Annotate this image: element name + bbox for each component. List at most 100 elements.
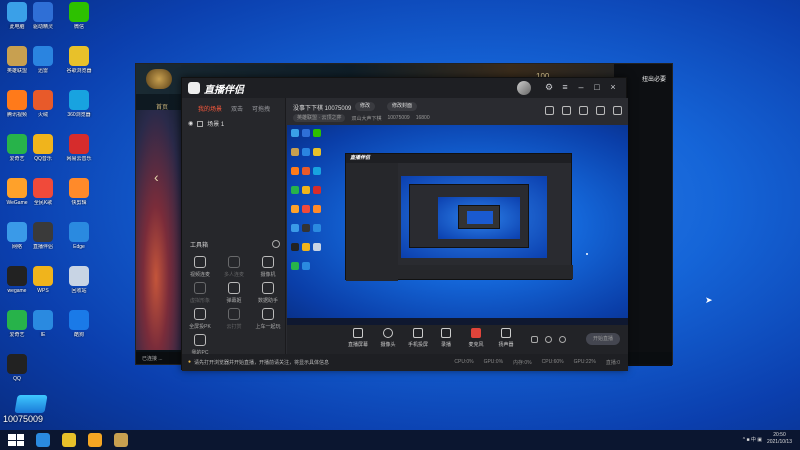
desktop-icon[interactable]: 酷狗 — [62, 310, 96, 338]
app-icon — [69, 2, 89, 22]
start-button[interactable] — [8, 434, 24, 446]
taskbar-app-live-companion[interactable] — [88, 433, 102, 447]
desktop-icon[interactable]: QQ音乐 — [26, 134, 60, 162]
tools-more-icon[interactable] — [272, 240, 280, 248]
gear-icon[interactable] — [559, 336, 566, 343]
stream-preview[interactable]: 直播伴侣 — [287, 125, 628, 325]
desktop-icon-label: 微信 — [73, 24, 84, 30]
tool-item[interactable]: 视频连麦 — [184, 256, 216, 278]
replay-label: 录播 — [440, 342, 451, 348]
tab-draggable[interactable]: 可拖拽 — [252, 104, 270, 113]
edit-title-button[interactable]: 修改 — [355, 102, 376, 111]
game-prev-arrow-icon[interactable]: ‹ — [154, 169, 159, 185]
desktop-icon[interactable]: 驱动精灵 — [26, 2, 60, 30]
app-icon — [33, 178, 53, 198]
tool-item[interactable]: 我的PC — [184, 334, 216, 356]
tab-double-click[interactable]: 双击 — [231, 104, 243, 113]
settings-icon[interactable]: ⚙ — [544, 82, 554, 92]
minimize-icon[interactable]: – — [576, 82, 586, 92]
taskbar-app-chrome[interactable] — [62, 433, 76, 447]
app-icon — [69, 266, 89, 286]
avatar[interactable] — [517, 81, 531, 95]
tool-item[interactable]: 云打赏 — [218, 308, 250, 330]
lock-icon[interactable] — [562, 106, 571, 115]
close-icon[interactable]: × — [608, 82, 618, 92]
speaker-icon — [501, 328, 511, 338]
tool-item[interactable]: 数据助手 — [252, 282, 284, 304]
desktop-icon[interactable]: 火绒 — [26, 90, 60, 118]
record-icon[interactable] — [545, 106, 554, 115]
tool-icon — [194, 282, 206, 294]
tool-icon — [194, 334, 206, 346]
desktop-icon[interactable]: 回收站 — [62, 266, 96, 294]
tool-item[interactable]: 多人连麦 — [218, 256, 250, 278]
desktop-icon[interactable]: WPS — [26, 266, 60, 294]
desktop-icon-label: 360浏览器 — [67, 112, 91, 118]
preview-icon — [291, 148, 299, 156]
desktop-icon[interactable]: QQ — [0, 354, 34, 382]
clock[interactable]: 20:50 2021/10/13 — [767, 432, 792, 446]
desktop-icon[interactable]: 快剪辑 — [62, 178, 96, 206]
bell-icon[interactable] — [596, 106, 605, 115]
desktop-icon[interactable]: 谷歌浏览器 — [62, 46, 96, 74]
preview-icon — [313, 129, 321, 137]
preview-icon — [302, 243, 310, 251]
eye-icon[interactable] — [545, 336, 552, 343]
room-header: 没事下下棋 10075009 修改 修改封面 英雄联盟 · 云顶之弈 双山大声下… — [287, 98, 628, 125]
fans-count: 16800 — [415, 115, 430, 121]
category-chip[interactable]: 英雄联盟 · 云顶之弈 — [293, 114, 346, 122]
speaker-button[interactable]: 扬声器 — [491, 328, 521, 348]
desktop-icon[interactable]: 直播伴侣 — [26, 222, 60, 250]
tool-icon — [228, 308, 240, 320]
desktop-icon[interactable]: 网易云音乐 — [62, 134, 96, 162]
microphone-button[interactable]: 麦克风 — [461, 328, 491, 348]
desktop-icon[interactable]: 微信 — [62, 2, 96, 30]
desktop-icon[interactable]: 全民K歌 — [26, 178, 60, 206]
tool-item[interactable]: 虚拟形象 — [184, 282, 216, 304]
layout-icon[interactable] — [579, 106, 588, 115]
desktop-icon[interactable]: 360浏览器 — [62, 90, 96, 118]
tool-item[interactable]: 上车一起玩 — [252, 308, 284, 330]
preview-icon — [313, 167, 321, 175]
eye-icon[interactable]: ◉ — [188, 120, 193, 127]
main-panel: 没事下下棋 10075009 修改 修改封面 英雄联盟 · 云顶之弈 双山大声下… — [182, 98, 628, 371]
preview-icon — [291, 167, 299, 175]
nested-preview-2 — [438, 197, 520, 239]
video-icon[interactable] — [531, 336, 538, 343]
live-companion-window[interactable]: 直播伴侣 ⚙ ≡ – □ × 我的场景 双击 可拖拽 ◉ 场景 1 工具箱 视频… — [181, 77, 628, 371]
desktop-icon[interactable]: Edge — [62, 222, 96, 250]
phone-cast-button[interactable]: 手机投屏 — [403, 328, 433, 348]
preview-icon — [291, 129, 299, 137]
start-live-button[interactable]: 开始直播 — [586, 333, 620, 345]
share-icon[interactable] — [613, 106, 622, 115]
app-icon — [7, 266, 27, 286]
replay-button[interactable]: 录播 — [431, 328, 461, 348]
scene-checkbox[interactable] — [197, 120, 204, 127]
edit-cover-button[interactable]: 修改封面 — [387, 102, 418, 111]
preview-icon — [313, 243, 321, 251]
preview-icon — [291, 205, 299, 213]
stat-item: 直播:0 — [605, 360, 620, 366]
taskbar-app-edge[interactable] — [36, 433, 50, 447]
scene-item[interactable]: ◉ 场景 1 — [182, 113, 285, 128]
stat-item: GPU:22% — [573, 359, 596, 365]
tool-item[interactable]: 摄像机 — [252, 256, 284, 278]
menu-icon[interactable]: ≡ — [560, 82, 570, 92]
tool-item[interactable]: 弹幕姬 — [218, 282, 250, 304]
taskbar-apps — [24, 433, 128, 447]
screen-capture-button[interactable]: 直播屏幕 — [343, 328, 373, 348]
tray-icons[interactable]: ^ ■ 中 ▣ — [743, 436, 762, 443]
desktop-icon-label: 全民K歌 — [33, 200, 53, 206]
scene-tabs: 我的场景 双击 可拖拽 — [182, 98, 285, 113]
maximize-icon[interactable]: □ — [592, 82, 602, 92]
desktop-icon-label: 回收站 — [71, 288, 87, 294]
tab-my-scenes[interactable]: 我的场景 — [198, 104, 222, 113]
app-icon — [69, 178, 89, 198]
stream-overlay-brand: 10075009 — [0, 395, 62, 424]
taskbar-app-league[interactable] — [114, 433, 128, 447]
desktop-icon[interactable]: 迅雷 — [26, 46, 60, 74]
desktop-icon[interactable]: IE — [26, 310, 60, 338]
tool-item[interactable]: 全屏投PK — [184, 308, 216, 330]
camera-button[interactable]: 摄像头 — [373, 328, 403, 348]
tool-label: 摄像机 — [260, 272, 276, 278]
